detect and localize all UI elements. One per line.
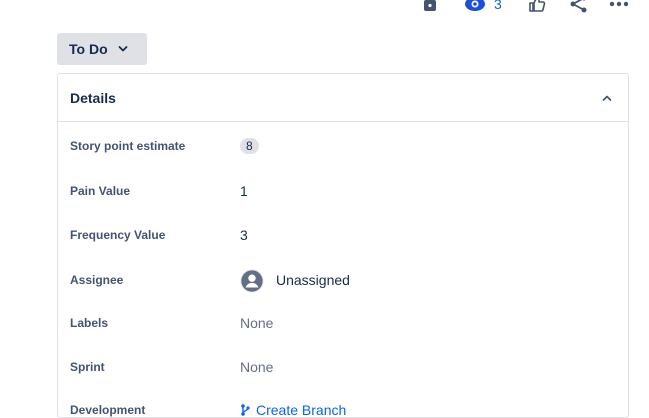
branch-icon <box>241 404 250 416</box>
more-icon <box>609 1 629 7</box>
chevron-down-icon <box>118 45 128 53</box>
watch-count: 3 <box>494 0 502 12</box>
share-button[interactable] <box>568 0 590 14</box>
field-label: Assignee <box>70 273 124 287</box>
eye-icon <box>465 0 485 11</box>
story-points-badge: 8 <box>240 138 259 154</box>
vote-button[interactable] <box>526 0 548 14</box>
avatar <box>240 268 264 293</box>
field-label: Sprint <box>70 360 105 374</box>
field-story-point-estimate: Story point estimate 8 <box>70 135 610 157</box>
status-label: To Do <box>69 41 108 57</box>
field-label: Development <box>70 403 146 417</box>
frequency-value[interactable]: 3 <box>240 227 248 243</box>
story-points-value[interactable]: 8 <box>240 138 259 154</box>
chevron-up-icon <box>602 95 612 101</box>
field-labels: Labels None <box>70 312 610 334</box>
thumbs-up-icon <box>529 0 546 12</box>
create-branch-label: Create Branch <box>256 402 347 418</box>
share-icon <box>570 0 587 13</box>
details-panel: Details Story point estimate 8 Pain Valu… <box>57 73 629 418</box>
lock-button[interactable] <box>420 0 440 14</box>
details-header[interactable]: Details <box>58 74 628 122</box>
labels-value[interactable]: None <box>240 315 273 331</box>
field-assignee: Assignee Unassigned <box>70 268 610 293</box>
assignee-name: Unassigned <box>276 272 350 288</box>
details-title: Details <box>70 89 116 106</box>
sprint-value[interactable]: None <box>240 359 273 375</box>
status-dropdown[interactable]: To Do <box>57 33 147 65</box>
field-frequency-value: Frequency Value 3 <box>70 224 610 246</box>
pain-value[interactable]: 1 <box>240 183 248 199</box>
field-pain-value: Pain Value 1 <box>70 180 610 202</box>
field-label: Story point estimate <box>70 139 186 153</box>
create-branch-link[interactable]: Create Branch <box>240 402 347 418</box>
watch-button[interactable]: 3 <box>464 0 502 14</box>
assignee-value[interactable]: Unassigned <box>240 268 350 293</box>
lock-icon <box>424 0 436 11</box>
field-label: Labels <box>70 316 109 330</box>
field-label: Pain Value <box>70 184 131 198</box>
issue-toolbar: 3 <box>0 0 649 14</box>
field-label: Frequency Value <box>70 228 166 242</box>
more-actions-button[interactable] <box>608 0 630 14</box>
field-sprint: Sprint None <box>70 356 610 378</box>
user-avatar-icon <box>240 269 264 293</box>
collapse-button[interactable] <box>602 94 612 102</box>
